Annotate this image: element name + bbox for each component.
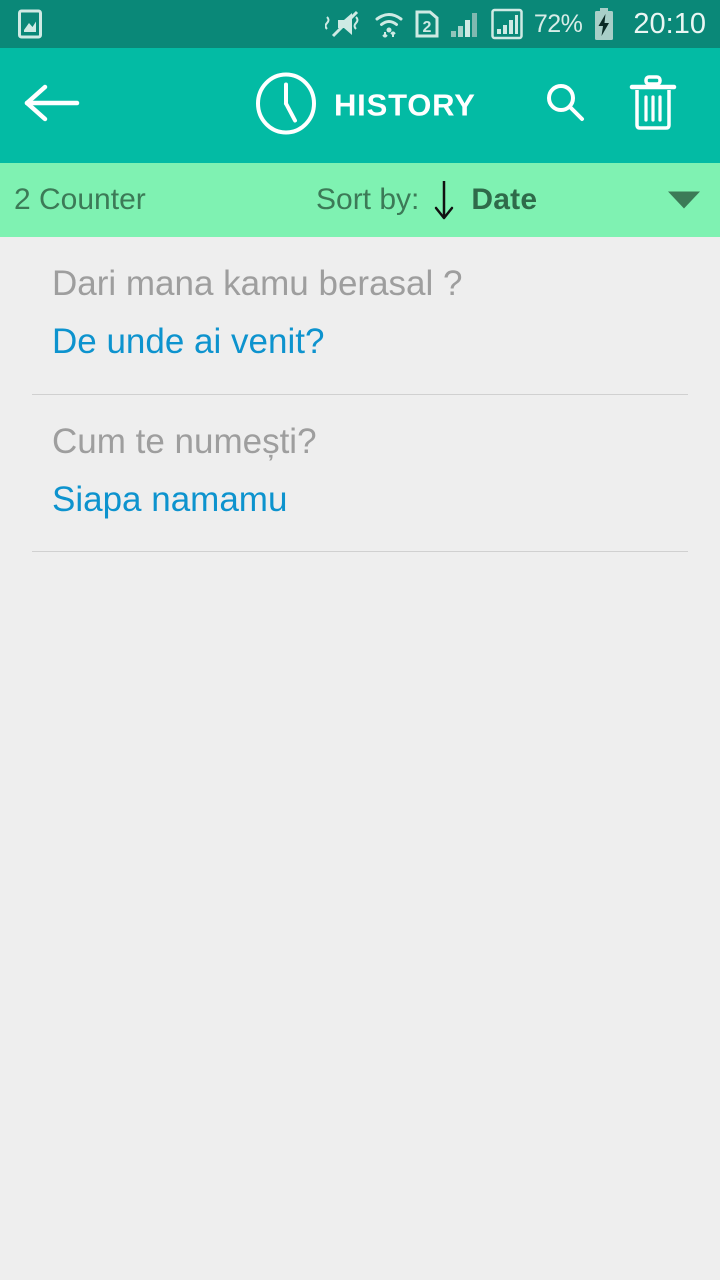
sort-by-label: Sort by: xyxy=(316,183,420,216)
history-target-text[interactable]: Siapa namamu xyxy=(0,479,720,520)
signal-bars-icon xyxy=(450,9,480,39)
history-target-text[interactable]: De unde ai venit? xyxy=(0,321,720,362)
status-bar-clock: 20:10 xyxy=(633,7,706,40)
image-screenshot-icon xyxy=(18,9,42,39)
svg-text:2: 2 xyxy=(422,19,431,36)
list-item[interactable]: Dari mana kamu berasal ? De unde ai veni… xyxy=(0,237,720,395)
sort-bar: 2 Counter Sort by: Date xyxy=(0,163,720,237)
signal-bars-boxed-icon xyxy=(491,8,523,40)
toolbar-title-group: HISTORY xyxy=(255,72,476,139)
counter-label: 2 Counter xyxy=(14,183,146,216)
history-source-text: Dari mana kamu berasal ? xyxy=(52,264,463,303)
list-divider xyxy=(32,551,688,553)
caret-down-icon[interactable] xyxy=(668,191,700,209)
delete-history-button[interactable] xyxy=(628,75,678,136)
sort-value-label: Date xyxy=(471,183,538,216)
clock-icon xyxy=(255,72,317,139)
arrow-down-icon[interactable] xyxy=(431,178,457,222)
battery-percent-label: 72% xyxy=(533,9,583,38)
history-source-text: Cum te numești? xyxy=(52,421,317,461)
search-icon xyxy=(542,80,588,131)
toolbar-actions xyxy=(542,75,720,136)
arrow-left-icon xyxy=(21,80,83,131)
search-button[interactable] xyxy=(542,80,588,131)
status-bar: 2 72% 20:10 xyxy=(0,0,720,48)
back-button[interactable] xyxy=(0,80,104,131)
app-toolbar: HISTORY xyxy=(0,48,720,163)
battery-charging-icon xyxy=(593,8,615,40)
status-bar-system-icons: 2 72% 20:10 xyxy=(324,7,706,41)
list-item[interactable]: Cum te numești? Siapa namamu xyxy=(0,395,720,553)
page-title: HISTORY xyxy=(334,87,476,123)
sort-by-control[interactable]: Sort by: Date xyxy=(316,178,537,222)
wifi-icon xyxy=(374,9,404,39)
status-bar-notifications xyxy=(18,9,42,39)
history-list: Dari mana kamu berasal ? De unde ai veni… xyxy=(0,237,720,553)
sim-2-icon: 2 xyxy=(415,9,439,39)
trash-icon xyxy=(628,75,678,136)
vibrate-mute-icon xyxy=(324,9,363,39)
